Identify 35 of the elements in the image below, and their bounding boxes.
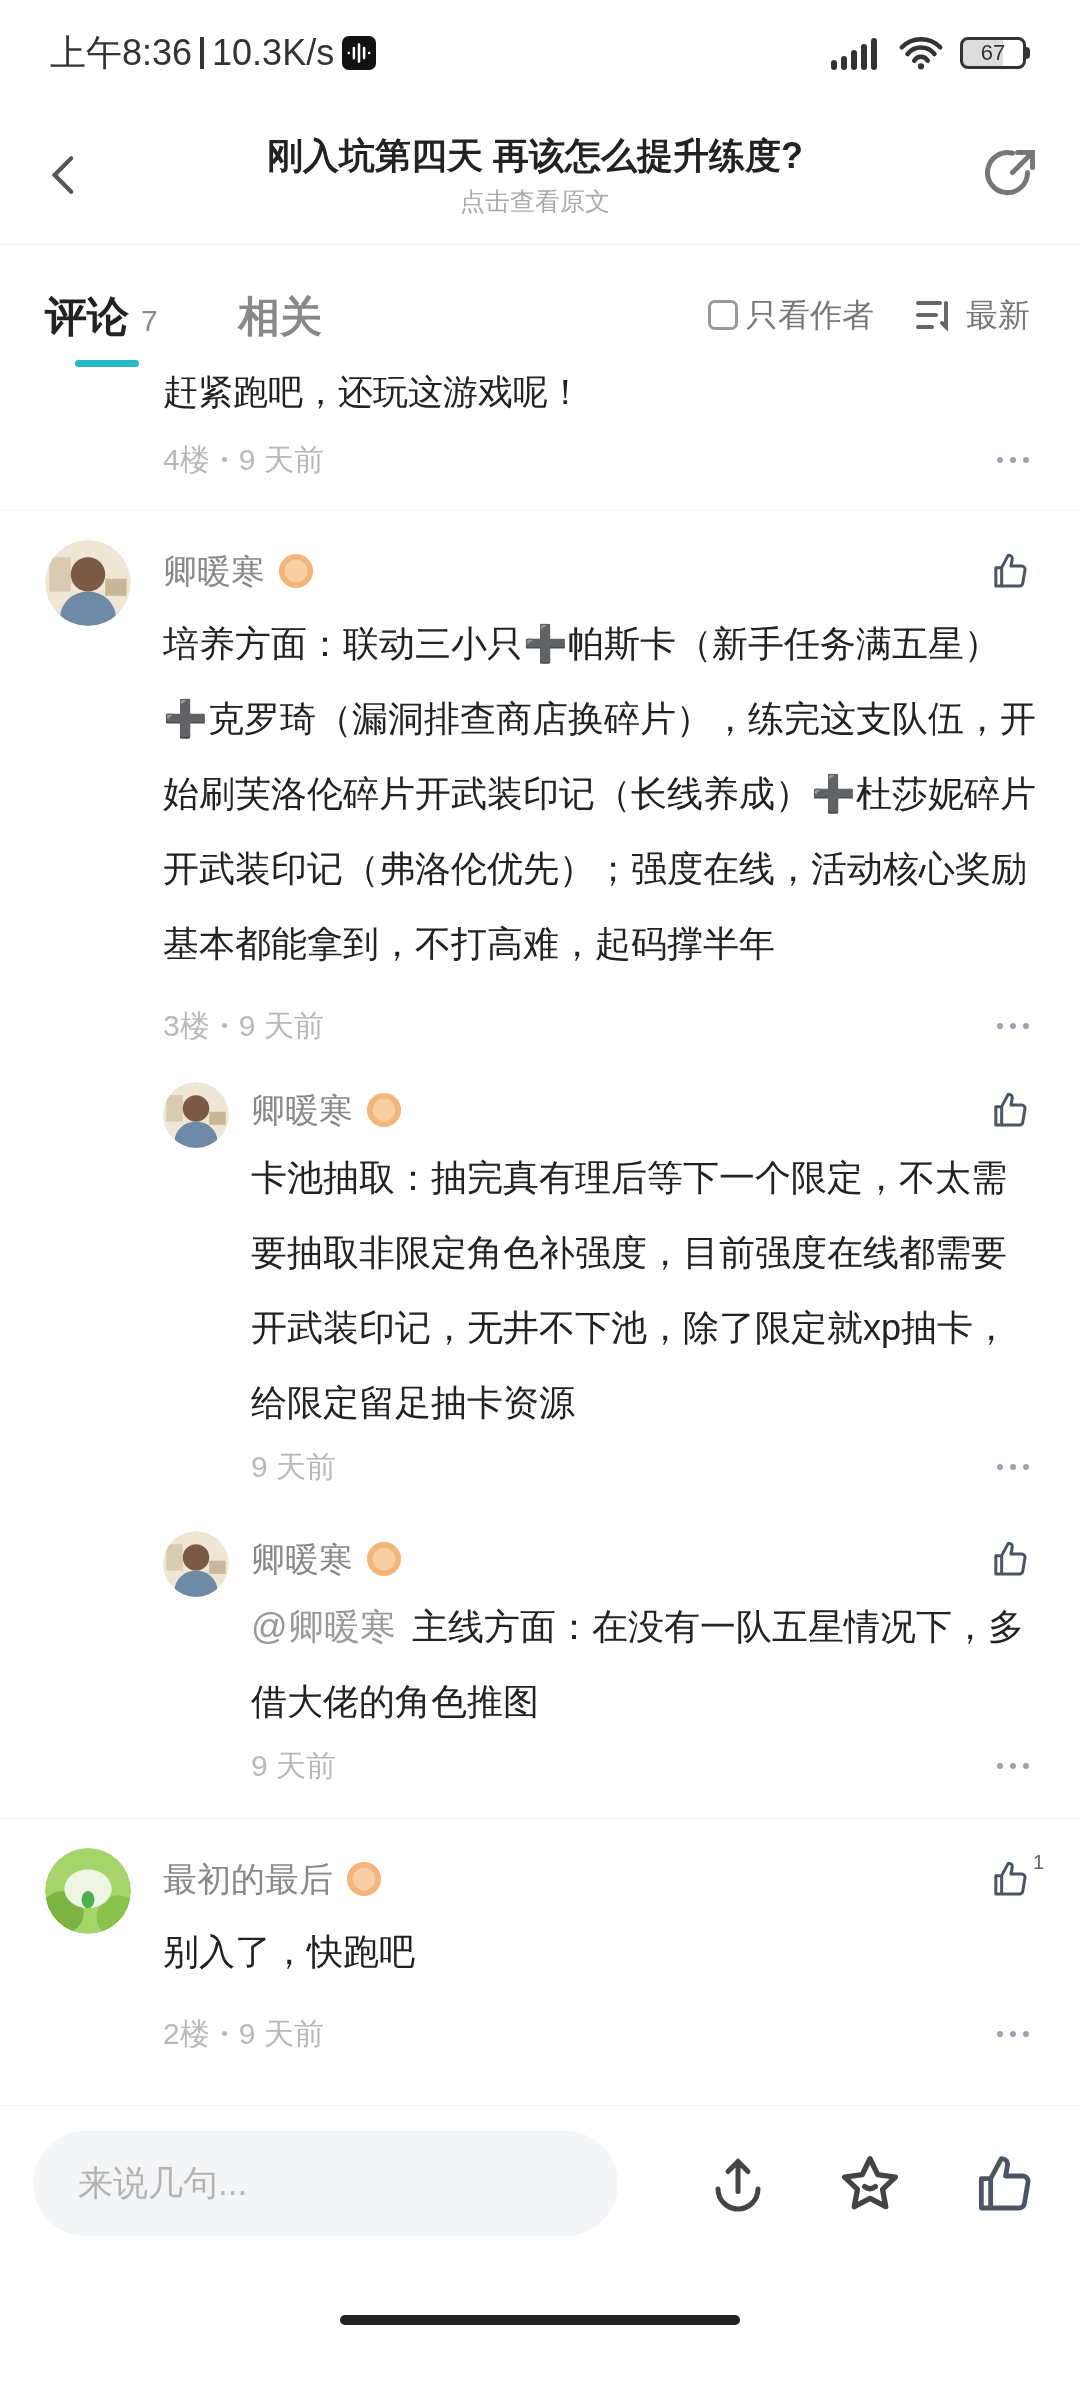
comment-text: 别入了，快跑吧 (163, 1930, 416, 1974)
level-badge-icon (365, 1091, 403, 1129)
comment-time: 9 天前 (251, 1748, 337, 1784)
tab[interactable]: 评论 7 (45, 285, 158, 367)
comment-time: 9 天前 (251, 1449, 337, 1485)
author-only-checkbox[interactable]: 只看作者 (708, 291, 874, 339)
battery-indicator: 67 (960, 36, 1030, 69)
level-badge-icon (345, 1860, 383, 1898)
level-badge-icon (365, 1540, 403, 1578)
tab[interactable]: 相关 (237, 285, 332, 367)
mention-link[interactable]: @卿暖寒 (251, 1606, 396, 1647)
user-name[interactable]: 卿暖寒 (163, 545, 265, 597)
wifi-icon (898, 34, 944, 71)
comment-time: 9 天前 (238, 1008, 324, 1044)
comment-text: 赶紧跑吧，还玩这游戏呢！ (163, 371, 584, 413)
reply-text: @卿暖寒 主线方面：在没有一队五星情况下，多借大佬的角色推图 (251, 1605, 1025, 1724)
comment-time: 9 天前 (238, 442, 324, 478)
floor-number: 3楼 (163, 1008, 210, 1044)
status-time: 上午8:36 (50, 30, 193, 75)
sound-wave-icon (342, 35, 377, 70)
user-name[interactable]: 卿暖寒 (251, 1084, 353, 1136)
floor-number: 4楼 (163, 442, 210, 478)
like-count: 1 (1032, 1850, 1044, 1875)
network-speed: 10.3K/s (212, 30, 335, 75)
user-name[interactable]: 最初的最后 (163, 1853, 333, 1905)
comment-time: 9 天前 (238, 2016, 324, 2052)
post-title: 刚入坑第四天 再该怎么提升练度? (267, 133, 803, 178)
reply-text: 卡池抽取：抽完真有理后等下一个限定，不太需要抽取非限定角色补强度，目前强度在线都需要开武装印记，无井不下池，除了限定就xp抽卡，给限定留足抽卡资源 (251, 1156, 1011, 1425)
user-name[interactable]: 卿暖寒 (251, 1533, 353, 1585)
view-original-link[interactable]: 点击查看原文 (460, 182, 610, 221)
comment-input-field[interactable]: 来说几句... (33, 2131, 618, 2236)
floor-number: 2楼 (163, 2016, 210, 2052)
comment-text: 培养方面：联动三小只➕帕斯卡（新手任务满五星）➕克罗琦（漏洞排查商店换碎片），练完这支队伍，开始刷芙洛伦碎片开武装印记（长线养成）➕杜莎妮碎片开武装印记（弗洛伦优先）；强度在线，活动核心奖励基本都能拿到，不打高难，起码撑半年 (163, 622, 1037, 966)
sort-button[interactable]: 最新 (914, 291, 1030, 339)
level-badge-icon (277, 552, 315, 590)
